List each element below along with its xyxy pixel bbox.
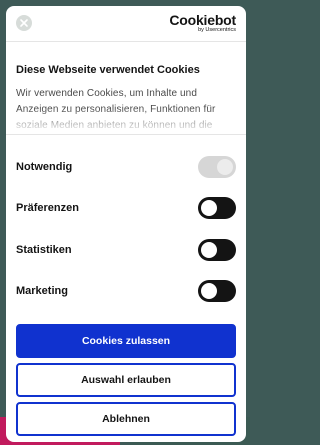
necessary-toggle (198, 155, 236, 178)
consent-toggles: Notwendig Präferenzen Statistiken Market… (6, 146, 246, 312)
toggle-row-preferences: Präferenzen (16, 188, 236, 230)
toggle-knob (217, 158, 233, 175)
dialog-header: Cookiebot by Usercentrics (6, 6, 246, 42)
action-buttons: Cookies zulassen Auswahl erlauben Ablehn… (6, 324, 246, 436)
deny-button[interactable]: Ablehnen (16, 402, 236, 436)
toggle-knob (201, 241, 217, 258)
toggle-knob (201, 200, 217, 217)
allow-selection-button[interactable]: Auswahl erlauben (16, 363, 236, 397)
statistics-toggle[interactable] (198, 238, 236, 261)
toggle-label-marketing: Marketing (16, 285, 68, 298)
toggle-row-marketing: Marketing (16, 271, 236, 313)
toggle-row-necessary: Notwendig (16, 146, 236, 188)
logo-text: Cookiebot (169, 12, 236, 28)
text-fade-overlay (6, 108, 246, 134)
toggle-knob (201, 283, 217, 300)
cookie-consent-dialog: Cookiebot by Usercentrics Diese Webseite… (6, 6, 246, 442)
toggle-label-statistics: Statistiken (16, 243, 72, 256)
divider (6, 134, 246, 135)
allow-all-button[interactable]: Cookies zulassen (16, 324, 236, 358)
close-button[interactable] (16, 15, 32, 31)
cookiebot-logo[interactable]: Cookiebot by Usercentrics (169, 13, 236, 34)
logo-subtext: by Usercentrics (198, 27, 236, 33)
toggle-label-necessary: Notwendig (16, 160, 73, 173)
close-icon (20, 19, 28, 27)
toggle-label-preferences: Präferenzen (16, 202, 79, 215)
preferences-toggle[interactable] (198, 197, 236, 220)
marketing-toggle[interactable] (198, 280, 236, 303)
notice-body: Diese Webseite verwendet Cookies Wir ver… (6, 42, 246, 134)
toggle-row-statistics: Statistiken (16, 229, 236, 271)
notice-title: Diese Webseite verwendet Cookies (16, 64, 200, 76)
